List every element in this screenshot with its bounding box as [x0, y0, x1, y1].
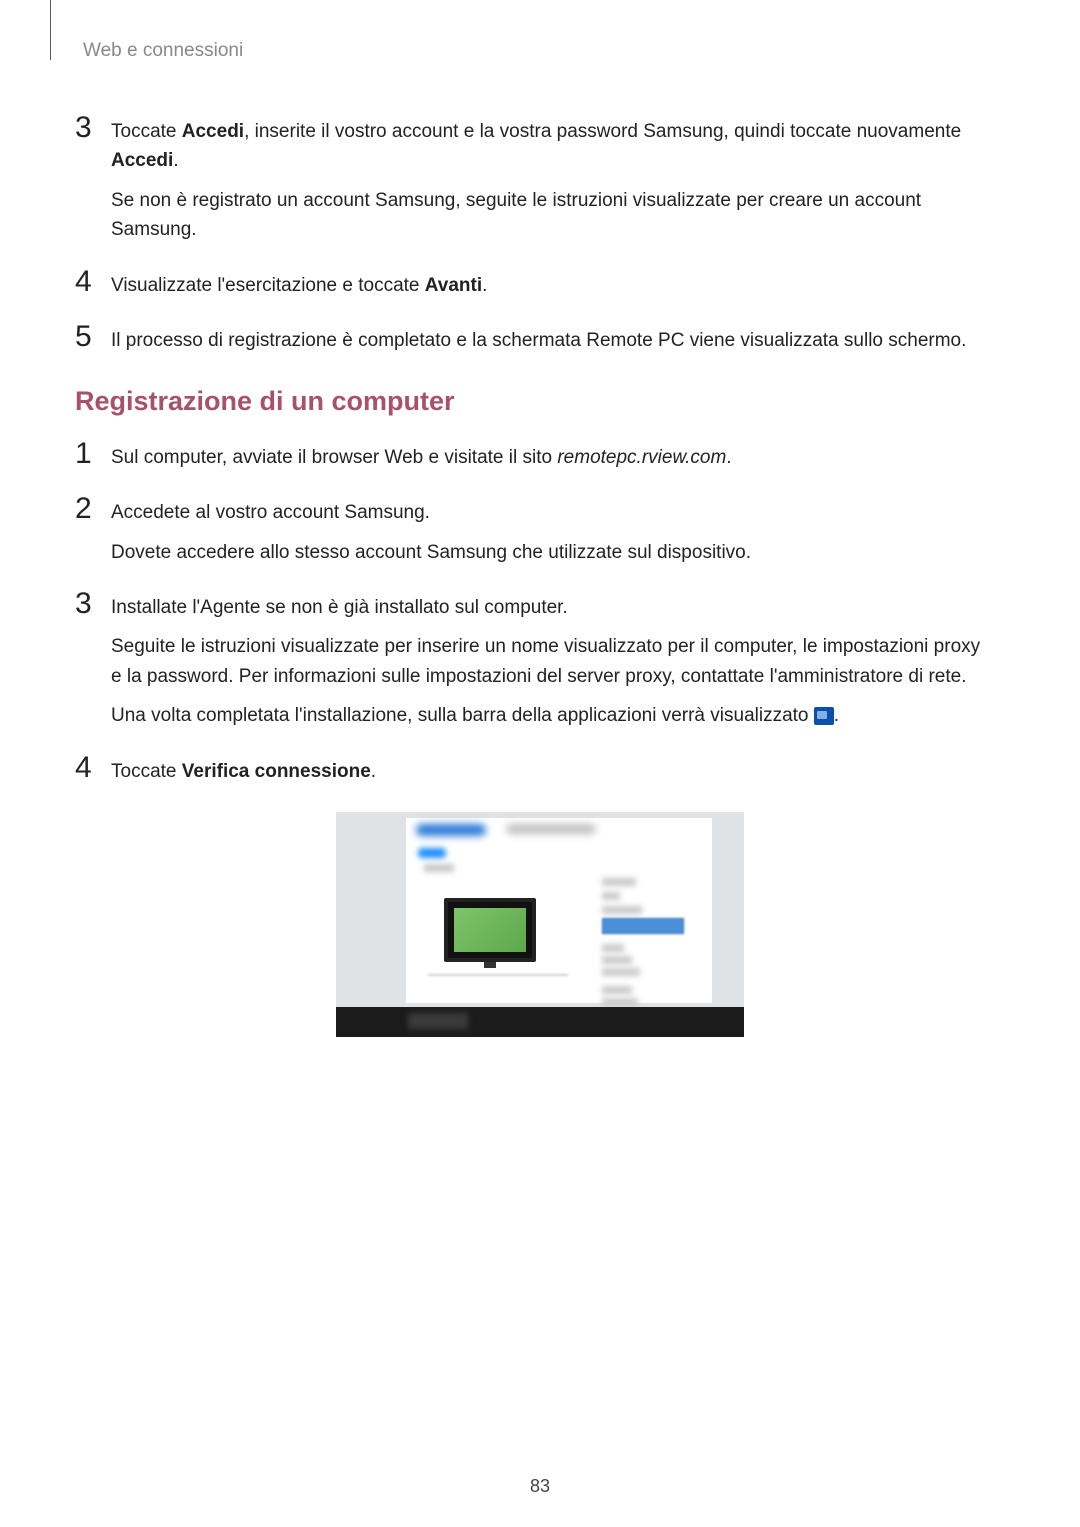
section-title: Registrazione di un computer — [75, 386, 1005, 417]
step-number: 5 — [75, 322, 111, 352]
steps-group-a: 3Toccate Accedi, inserite il vostro acco… — [75, 117, 985, 356]
header-rule — [50, 0, 51, 60]
step-body: Sul computer, avviate il browser Web e v… — [111, 443, 985, 472]
step: 5Il processo di registrazione è completa… — [75, 326, 985, 355]
step-body: Accedete al vostro account Samsung. Dovet… — [111, 498, 985, 567]
step: 3Installate l'Agente se non è già instal… — [75, 593, 985, 731]
step-text: Il processo di registrazione è completat… — [111, 326, 985, 355]
remote-pc-screenshot — [336, 812, 744, 1037]
step-body: Visualizzate l'esercitazione e toccate A… — [111, 271, 985, 300]
step-text: Una volta completata l'installazione, su… — [111, 701, 985, 730]
step-text: Installate l'Agente se non è già install… — [111, 593, 985, 622]
step: 1Sul computer, avviate il browser Web e … — [75, 443, 985, 472]
step-text: Accedete al vostro account Samsung. — [111, 498, 985, 527]
breadcrumb: Web e connessioni — [83, 40, 1005, 62]
step-text: Toccate Verifica connessione. — [111, 757, 985, 786]
step-text: Seguite le istruzioni visualizzate per i… — [111, 632, 985, 691]
step-text: Dovete accedere allo stesso account Sams… — [111, 538, 985, 567]
step-number: 4 — [75, 753, 111, 783]
step-text: Toccate Accedi, inserite il vostro accou… — [111, 117, 985, 176]
step-text: Visualizzate l'esercitazione e toccate A… — [111, 271, 985, 300]
tray-icon — [814, 707, 834, 725]
step-number: 1 — [75, 439, 111, 469]
step: 4Visualizzate l'esercitazione e toccate … — [75, 271, 985, 300]
step-body: Toccate Accedi, inserite il vostro accou… — [111, 117, 985, 245]
step-number: 3 — [75, 589, 111, 619]
step-body: Il processo di registrazione è completat… — [111, 326, 985, 355]
step-text: Se non è registrato un account Samsung, … — [111, 186, 985, 245]
steps-group-b: 1Sul computer, avviate il browser Web e … — [75, 443, 985, 787]
step-number: 3 — [75, 113, 111, 143]
step-number: 2 — [75, 494, 111, 524]
page-number: 83 — [0, 1476, 1080, 1497]
step-body: Installate l'Agente se non è già install… — [111, 593, 985, 731]
step: 4Toccate Verifica connessione. — [75, 757, 985, 786]
step: 3Toccate Accedi, inserite il vostro acco… — [75, 117, 985, 245]
step-number: 4 — [75, 267, 111, 297]
step: 2Accedete al vostro account Samsung.Dove… — [75, 498, 985, 567]
step-body: Toccate Verifica connessione. — [111, 757, 985, 786]
step-text: Sul computer, avviate il browser Web e v… — [111, 443, 985, 472]
